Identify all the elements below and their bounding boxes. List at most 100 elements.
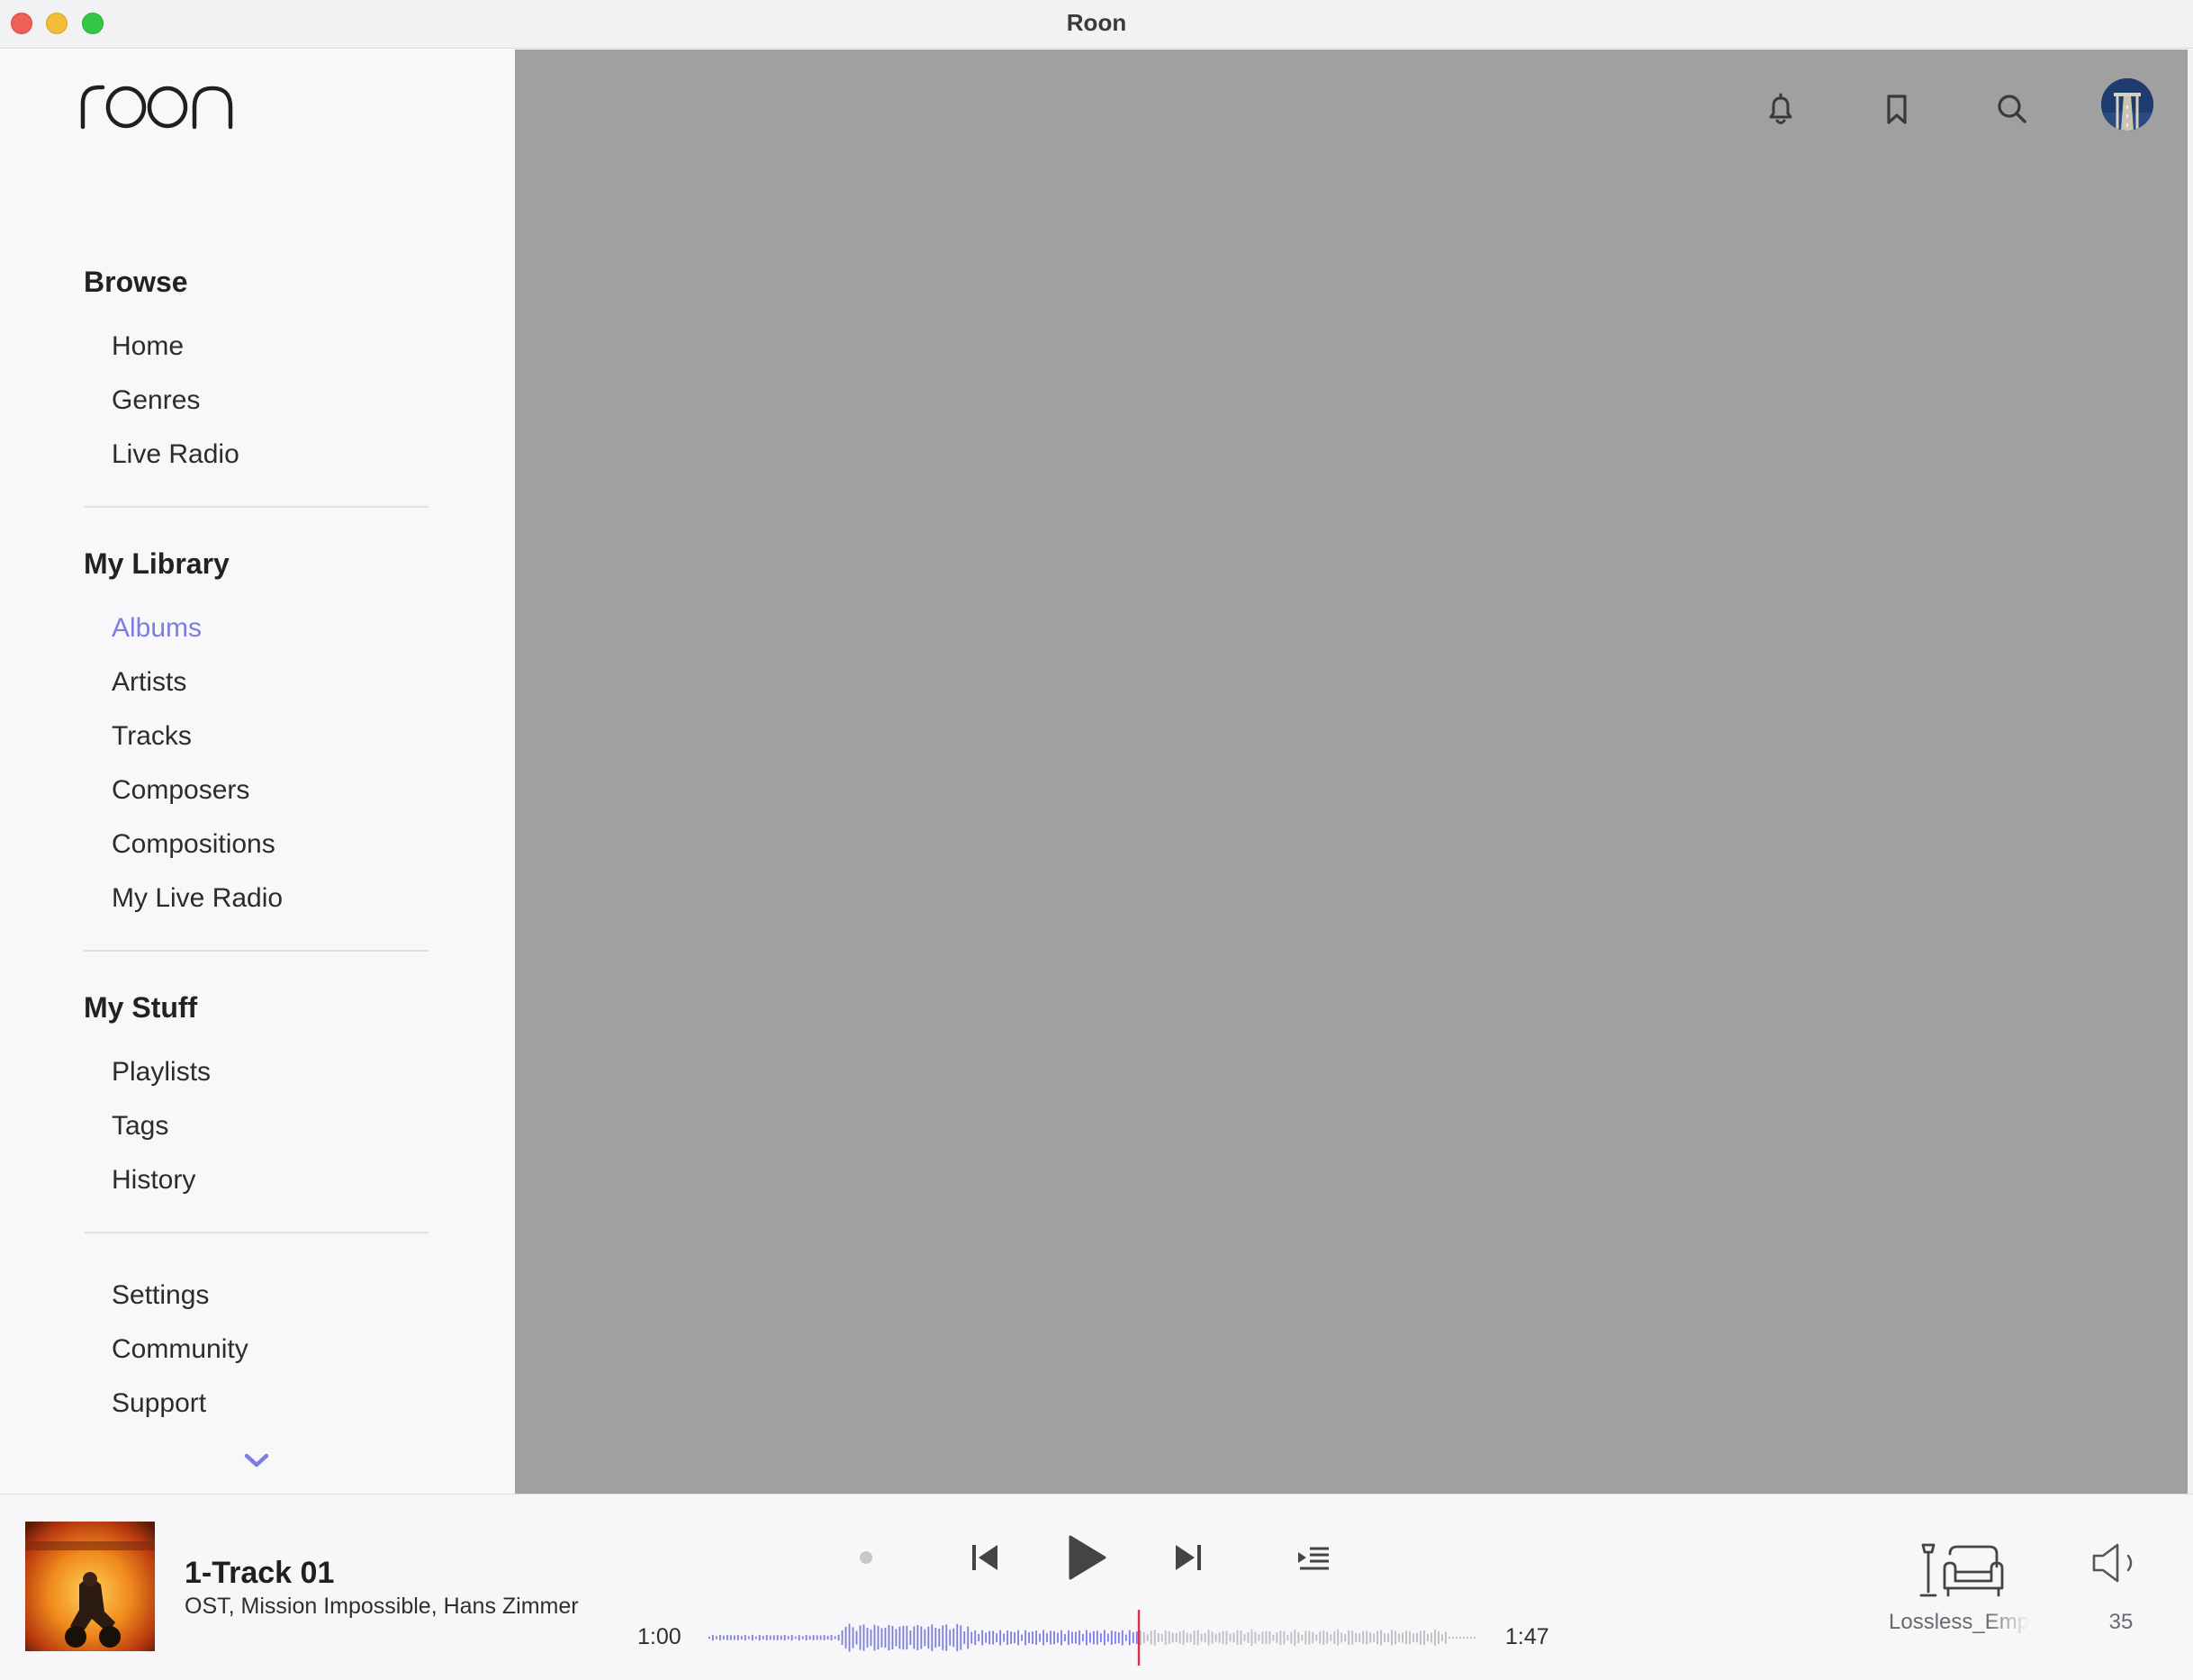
waveform-bar — [1157, 1632, 1160, 1643]
track-title[interactable]: 1-Track 01 — [185, 1556, 334, 1591]
waveform-bar — [1225, 1630, 1228, 1645]
next-track-icon[interactable] — [1172, 1541, 1205, 1574]
waveform-bar — [754, 1636, 757, 1639]
waveform-bar — [1362, 1630, 1365, 1645]
waveform-bar — [1452, 1637, 1454, 1639]
waveform-bar — [1434, 1630, 1436, 1646]
waveform-bar — [906, 1625, 908, 1650]
roon-logo[interactable] — [79, 77, 234, 131]
waveform-bar — [1186, 1632, 1188, 1643]
main-content — [515, 50, 2188, 1494]
sidebar-item-history[interactable]: History — [112, 1165, 195, 1196]
sidebar-item-live-radio[interactable]: Live Radio — [112, 439, 239, 470]
waveform-bar — [1240, 1630, 1242, 1645]
waveform-bar — [880, 1628, 883, 1648]
waveform-bar — [1294, 1630, 1296, 1646]
waveform-bar — [1420, 1630, 1421, 1645]
sidebar-item-genres[interactable]: Genres — [112, 385, 200, 416]
speaker-volume-icon[interactable] — [2090, 1541, 2139, 1585]
waveform-bar — [1006, 1630, 1009, 1645]
volume-level: 35 — [2108, 1610, 2134, 1634]
waveform-bar — [1222, 1630, 1224, 1645]
waveform-bar — [974, 1630, 977, 1646]
waveform-bar — [1236, 1630, 1239, 1646]
radio-indicator-icon[interactable] — [857, 1549, 875, 1567]
chevron-down-icon[interactable] — [241, 1450, 272, 1471]
sidebar-item-settings[interactable]: Settings — [112, 1280, 209, 1311]
play-icon[interactable] — [1066, 1534, 1107, 1581]
playhead-marker[interactable] — [1137, 1610, 1141, 1666]
waveform-bar — [718, 1634, 721, 1641]
sidebar-item-tracks[interactable]: Tracks — [112, 721, 192, 752]
previous-track-icon[interactable] — [969, 1541, 1001, 1574]
album-cover[interactable] — [25, 1522, 155, 1651]
waveform-bar — [999, 1630, 1002, 1646]
waveform-bar — [1279, 1630, 1282, 1646]
sidebar-item-my-live-radio[interactable]: My Live Radio — [112, 883, 283, 914]
window-edge — [2188, 50, 2193, 1494]
bookmark-icon[interactable] — [1877, 89, 1917, 129]
waveform-bar — [1398, 1633, 1401, 1642]
profile-avatar[interactable] — [2101, 78, 2153, 131]
waveform-bar — [769, 1635, 772, 1640]
section-title-my-stuff: My Stuff — [84, 991, 198, 1024]
sidebar-item-support[interactable]: Support — [112, 1388, 206, 1419]
waveform-bar — [1082, 1633, 1084, 1642]
waveform-bar — [762, 1636, 764, 1639]
waveform-bar — [1024, 1630, 1026, 1646]
waveform-bar — [1243, 1634, 1246, 1641]
waveform-bar — [1456, 1637, 1457, 1639]
waveform-bar — [992, 1630, 995, 1645]
waveform-bar — [1182, 1630, 1185, 1646]
waveform-seekbar[interactable] — [708, 1608, 1476, 1667]
waveform-bar — [1093, 1630, 1095, 1645]
waveform-bar — [1078, 1630, 1080, 1646]
section-title-my-library: My Library — [84, 547, 230, 580]
waveform-bar — [866, 1628, 869, 1648]
waveform-bar — [1053, 1630, 1055, 1645]
sidebar-item-artists[interactable]: Artists — [112, 667, 186, 698]
waveform-bar — [1441, 1634, 1443, 1641]
sidebar-item-compositions[interactable]: Compositions — [112, 829, 275, 860]
bell-icon[interactable] — [1761, 89, 1800, 129]
waveform-bar — [891, 1626, 894, 1650]
waveform-bar — [1064, 1633, 1066, 1642]
waveform-bar — [1286, 1634, 1289, 1641]
queue-icon[interactable] — [1296, 1545, 1331, 1572]
waveform-bar — [1319, 1631, 1322, 1644]
sidebar-item-playlists[interactable]: Playlists — [112, 1057, 211, 1088]
waveform-bar — [1010, 1631, 1013, 1644]
waveform-bar — [1046, 1632, 1048, 1643]
waveform-bar — [927, 1626, 930, 1649]
waveform-bar — [776, 1635, 779, 1640]
sidebar-item-home[interactable]: Home — [112, 331, 184, 362]
sidebar-item-community[interactable]: Community — [112, 1334, 248, 1365]
sidebar-item-tags[interactable]: Tags — [112, 1111, 168, 1142]
waveform-bar — [758, 1634, 761, 1641]
waveform-bar — [708, 1636, 710, 1639]
sidebar-item-albums[interactable]: Albums — [112, 613, 202, 644]
waveform-bar — [902, 1625, 905, 1650]
waveform-bar — [1430, 1632, 1432, 1643]
waveform-bar — [1128, 1630, 1131, 1646]
waveform-bar — [1391, 1630, 1394, 1646]
waveform-bar — [1409, 1630, 1411, 1645]
waveform-bar — [790, 1634, 793, 1641]
zone-icon[interactable] — [1918, 1541, 2004, 1599]
waveform-bar — [859, 1625, 862, 1650]
waveform-bar — [823, 1635, 826, 1640]
zone-name[interactable]: Lossless_Emporium — [1889, 1610, 2029, 1635]
track-artist[interactable]: OST, Mission Impossible, Hans Zimmer — [185, 1594, 579, 1620]
search-icon[interactable] — [1992, 89, 2032, 129]
waveform-bar — [765, 1635, 768, 1640]
sidebar-item-composers[interactable]: Composers — [112, 775, 249, 806]
waveform-bar — [1096, 1630, 1098, 1645]
waveform-bar — [1135, 1631, 1138, 1644]
waveform-bar — [1330, 1634, 1332, 1641]
waveform-bar — [952, 1628, 955, 1648]
waveform-bar — [898, 1626, 901, 1649]
waveform-bar — [1348, 1630, 1350, 1646]
waveform-bar — [1333, 1630, 1336, 1645]
waveform-bar — [981, 1630, 984, 1646]
waveform-bar — [1474, 1637, 1476, 1639]
